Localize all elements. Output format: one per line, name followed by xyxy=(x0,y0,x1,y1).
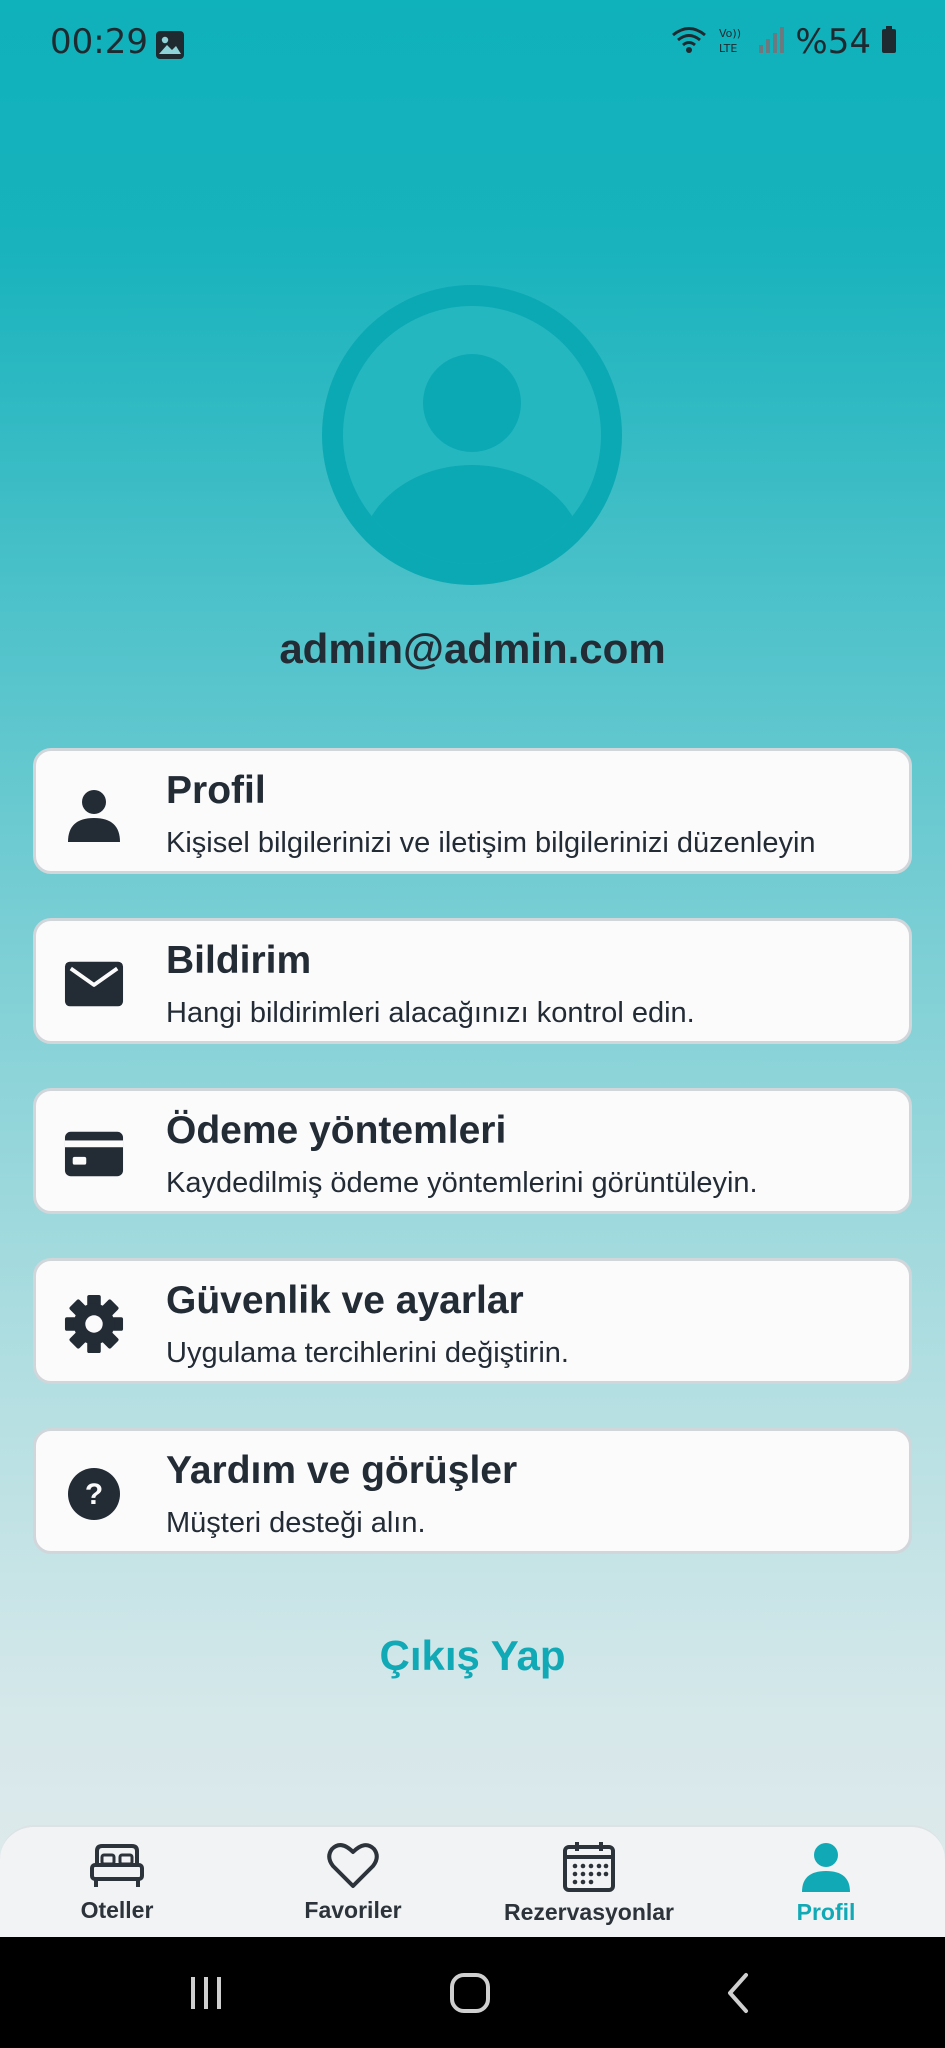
menu-item-security-settings[interactable]: Güvenlik ve ayarlar Uygulama tercihlerin… xyxy=(33,1258,912,1384)
nav-item-reservations[interactable]: Rezervasyonlar xyxy=(479,1841,699,1926)
recent-apps-icon[interactable] xyxy=(186,1973,226,2018)
nav-label: Favoriler xyxy=(304,1897,402,1923)
bottom-navigation: Oteller Favoriler Rezervasyonlar Profil xyxy=(0,1825,945,1939)
person-icon xyxy=(802,1843,850,1892)
menu-item-subtitle: Hangi bildirimleri alacağınızı kontrol e… xyxy=(166,997,695,1029)
person-icon xyxy=(64,784,124,844)
user-email: admin@admin.com xyxy=(279,625,666,672)
help-circle-icon: ? xyxy=(64,1464,124,1524)
bed-icon xyxy=(90,1844,144,1887)
volte-icon: Vo)) LTE xyxy=(717,25,747,60)
nav-label: Profil xyxy=(796,1899,856,1925)
nav-label: Rezervasyonlar xyxy=(503,1899,675,1925)
mail-icon xyxy=(64,954,124,1014)
nav-item-hotels[interactable]: Oteller xyxy=(7,1841,227,1924)
svg-text:Vo)): Vo)) xyxy=(719,27,741,40)
wifi-icon xyxy=(671,25,707,60)
gear-icon xyxy=(64,1294,124,1354)
heart-icon xyxy=(327,1843,379,1888)
svg-text:LTE: LTE xyxy=(719,42,737,55)
menu-item-title: Bildirim xyxy=(166,939,312,982)
status-indicators: Vo)) LTE %54 xyxy=(671,22,897,62)
logout-button[interactable]: Çıkış Yap xyxy=(0,1632,945,1680)
status-bar: 00:29 Vo)) LTE %54 xyxy=(0,0,945,90)
home-icon[interactable] xyxy=(448,1971,492,2020)
settings-menu: Profil Kişisel bilgilerinizi ve iletişim… xyxy=(33,748,912,1598)
back-icon[interactable] xyxy=(718,1971,758,2020)
avatar[interactable] xyxy=(322,285,622,585)
menu-item-subtitle: Kaydedilmiş ödeme yöntemlerini görüntüle… xyxy=(166,1167,758,1199)
menu-item-profile[interactable]: Profil Kişisel bilgilerinizi ve iletişim… xyxy=(33,748,912,874)
battery-percent: %54 xyxy=(795,22,871,62)
menu-item-subtitle: Kişisel bilgilerinizi ve iletişim bilgil… xyxy=(166,827,816,859)
credit-card-icon xyxy=(64,1124,124,1184)
menu-item-title: Profil xyxy=(166,769,266,812)
menu-item-title: Güvenlik ve ayarlar xyxy=(166,1279,524,1322)
menu-item-subtitle: Uygulama tercihlerini değiştirin. xyxy=(166,1337,569,1369)
menu-item-help-feedback[interactable]: ? Yardım ve görüşler Müşteri desteği alı… xyxy=(33,1428,912,1554)
nav-label: Oteller xyxy=(80,1897,154,1923)
gallery-icon xyxy=(155,30,185,65)
status-time: 00:29 xyxy=(50,22,148,62)
nav-item-profile[interactable]: Profil xyxy=(716,1841,936,1926)
account-circle-icon xyxy=(322,285,622,585)
menu-item-payment-methods[interactable]: Ödeme yöntemleri Kaydedilmiş ödeme yönte… xyxy=(33,1088,912,1214)
battery-icon xyxy=(881,25,897,60)
signal-icon xyxy=(757,25,785,60)
menu-item-notifications[interactable]: Bildirim Hangi bildirimleri alacağınızı … xyxy=(33,918,912,1044)
calendar-icon xyxy=(563,1842,615,1892)
menu-item-title: Yardım ve görüşler xyxy=(166,1449,518,1492)
svg-text:?: ? xyxy=(85,1478,103,1511)
system-navigation-bar xyxy=(0,1937,945,2048)
nav-item-favorites[interactable]: Favoriler xyxy=(243,1841,463,1924)
menu-item-title: Ödeme yöntemleri xyxy=(166,1109,507,1152)
menu-item-subtitle: Müşteri desteği alın. xyxy=(166,1507,426,1539)
